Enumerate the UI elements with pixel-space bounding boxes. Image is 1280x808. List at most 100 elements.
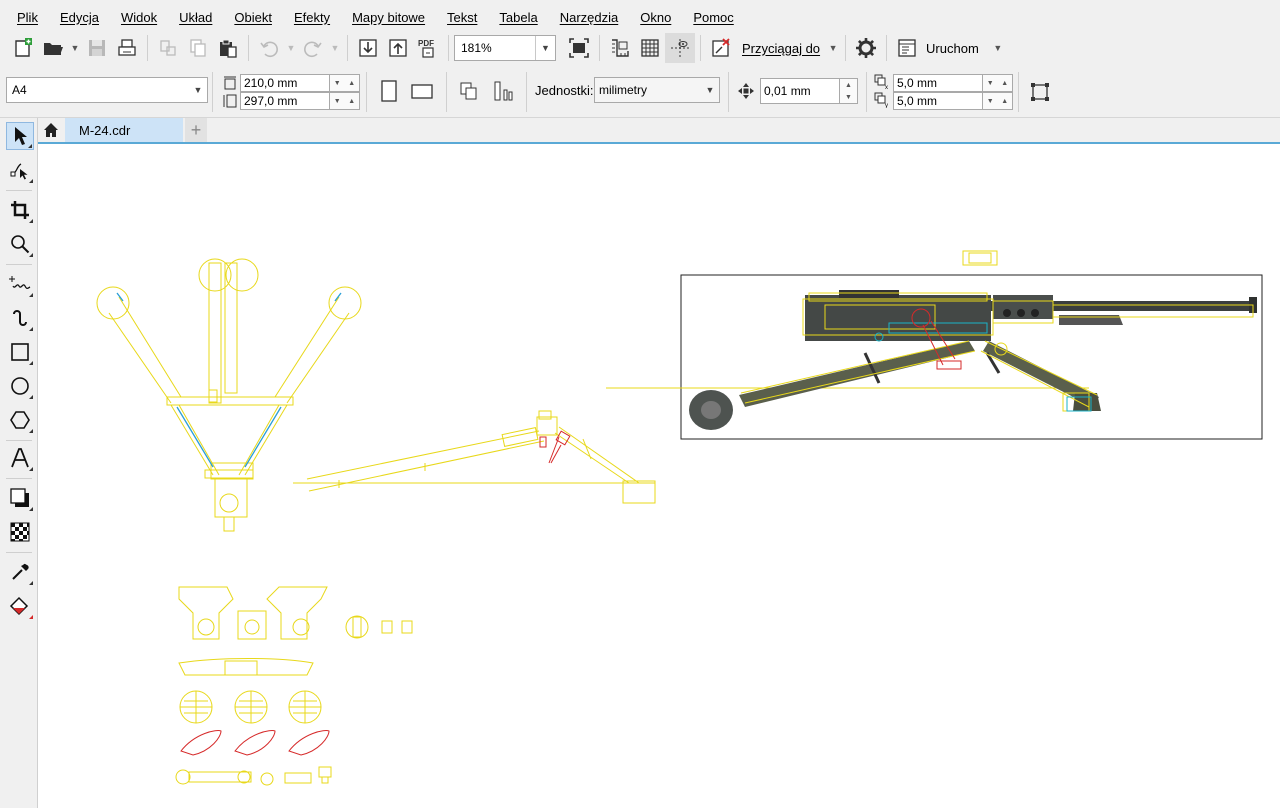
duplicate-y-input[interactable]: 5,0 mm <box>893 92 983 110</box>
ellipse-tool[interactable] <box>6 372 34 400</box>
undo-icon <box>260 41 278 58</box>
nudge-distance-input[interactable]: 0,01 mm <box>760 78 840 104</box>
undo-button[interactable] <box>254 33 284 63</box>
undo-dropdown-icon[interactable]: ▼ <box>284 33 298 63</box>
portrait-orientation-button[interactable] <box>376 78 402 104</box>
propbar-separator <box>366 72 367 112</box>
page-width-spinner[interactable]: ▼ ▲ <box>330 74 360 92</box>
page-height-input[interactable]: 297,0 mm <box>240 92 330 110</box>
menu-okno[interactable]: Okno <box>629 10 682 25</box>
options-button[interactable] <box>851 33 881 63</box>
freehand-tool-icon <box>9 276 31 290</box>
propbar-separator <box>446 72 447 112</box>
units-select[interactable]: milimetry ▼ <box>594 77 720 103</box>
drop-shadow-tool[interactable] <box>6 484 34 512</box>
cut-icon <box>160 40 176 56</box>
home-tab[interactable] <box>38 118 64 142</box>
zoom-level-select[interactable]: 181% ▼ <box>454 35 556 61</box>
transparency-tool[interactable] <box>6 518 34 546</box>
duplicate-x-spinner[interactable]: ▼ ▲ <box>983 74 1013 92</box>
new-document-button[interactable] <box>8 33 38 63</box>
nudge-icon <box>736 81 756 101</box>
menu-pomoc[interactable]: Pomoc <box>682 10 744 25</box>
open-button[interactable] <box>38 33 68 63</box>
toolbar-separator <box>845 35 847 61</box>
open-dropdown-icon[interactable]: ▼ <box>68 33 82 63</box>
menu-mapy-bitowe[interactable]: Mapy bitowe <box>341 10 436 25</box>
landscape-orientation-button[interactable] <box>408 78 436 104</box>
transparency-tool-icon <box>10 522 30 542</box>
page-size-select[interactable]: A4 ▼ <box>6 77 208 103</box>
current-page-button[interactable] <box>490 78 516 104</box>
rectangle-tool[interactable] <box>6 338 34 366</box>
menu-tekst[interactable]: Tekst <box>436 10 488 25</box>
toolbox <box>0 118 38 808</box>
snap-off-button[interactable] <box>706 33 736 63</box>
polygon-tool[interactable] <box>6 406 34 434</box>
cut-button[interactable] <box>153 33 183 63</box>
show-grid-button[interactable] <box>635 33 665 63</box>
save-button[interactable] <box>82 33 112 63</box>
drawing-canvas[interactable] <box>39 145 1280 808</box>
snap-to-button[interactable]: Przyciągaj do <box>736 41 826 56</box>
page-width-icon <box>221 74 239 92</box>
snap-to-dropdown-icon[interactable]: ▼ <box>826 33 840 63</box>
crop-tool[interactable] <box>6 196 34 224</box>
redo-button[interactable] <box>298 33 328 63</box>
chevron-down-icon[interactable]: ▼ <box>701 85 719 95</box>
export-icon <box>389 39 407 57</box>
show-rulers-button[interactable] <box>605 33 635 63</box>
paste-button[interactable] <box>213 33 243 63</box>
interactive-fill-tool[interactable] <box>6 592 34 620</box>
show-guidelines-button[interactable] <box>665 33 695 63</box>
new-document-tab-button[interactable]: + <box>185 118 207 142</box>
menu-obiekt[interactable]: Obiekt <box>223 10 283 25</box>
chevron-down-icon[interactable]: ▼ <box>535 36 555 60</box>
document-tab[interactable]: M-24.cdr <box>65 118 183 142</box>
import-button[interactable] <box>353 33 383 63</box>
menu-narzedzia[interactable]: Narzędzia <box>549 10 630 25</box>
launcher-icon <box>898 39 916 57</box>
drop-shadow-tool-icon <box>10 488 29 507</box>
freehand-tool[interactable] <box>6 270 34 298</box>
text-tool[interactable] <box>6 444 34 472</box>
run-label[interactable]: Uruchom <box>922 41 985 56</box>
print-button[interactable] <box>112 33 142 63</box>
propbar-separator <box>212 72 213 112</box>
redo-dropdown-icon[interactable]: ▼ <box>328 33 342 63</box>
page-width-input[interactable]: 210,0 mm <box>240 74 330 92</box>
copy-button[interactable] <box>183 33 213 63</box>
full-screen-preview-button[interactable] <box>564 33 594 63</box>
artistic-media-tool[interactable] <box>6 304 34 332</box>
zoom-level-value: 181% <box>461 41 492 55</box>
nudge-spinner[interactable]: ▲ ▼ <box>840 78 858 104</box>
save-icon <box>89 40 105 56</box>
print-icon <box>118 39 136 56</box>
tripod-side-view-drawing <box>293 410 656 504</box>
chevron-down-icon[interactable]: ▼ <box>189 85 207 95</box>
treat-as-filled-button[interactable] <box>1026 78 1054 106</box>
pdf-icon: PDF <box>418 39 434 58</box>
duplicate-y-spinner[interactable]: ▼ ▲ <box>983 92 1013 110</box>
publish-pdf-button[interactable]: PDF <box>413 33 443 63</box>
run-dropdown-icon[interactable]: ▼ <box>991 33 1005 63</box>
all-pages-button[interactable] <box>456 78 482 104</box>
menu-uklad[interactable]: Układ <box>168 10 223 25</box>
svg-text:PDF: PDF <box>418 39 434 48</box>
page-height-spinner[interactable]: ▼ ▲ <box>330 92 360 110</box>
page-size-value: A4 <box>12 83 27 97</box>
duplicate-y-icon: y <box>873 91 891 109</box>
duplicate-x-input[interactable]: 5,0 mm <box>893 74 983 92</box>
eyedropper-tool[interactable] <box>6 558 34 586</box>
pick-tool[interactable] <box>6 122 34 150</box>
shape-tool[interactable] <box>6 156 34 184</box>
copy-icon <box>190 39 206 57</box>
menu-plik[interactable]: Plik <box>6 10 49 25</box>
menu-edycja[interactable]: Edycja <box>49 10 110 25</box>
zoom-tool[interactable] <box>6 230 34 258</box>
export-button[interactable] <box>383 33 413 63</box>
menu-widok[interactable]: Widok <box>110 10 168 25</box>
menu-efekty[interactable]: Efekty <box>283 10 341 25</box>
application-launcher-button[interactable] <box>892 33 922 63</box>
menu-tabela[interactable]: Tabela <box>488 10 548 25</box>
